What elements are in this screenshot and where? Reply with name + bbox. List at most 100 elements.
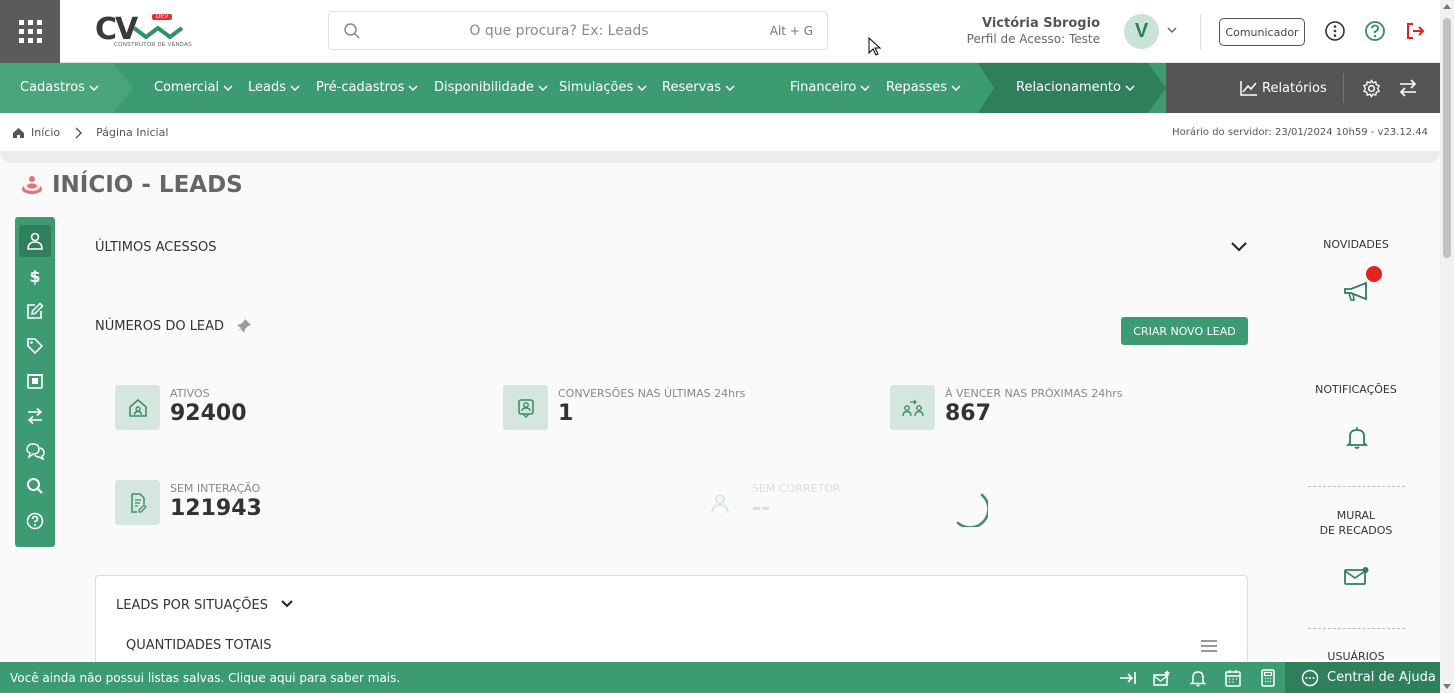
stat-label: SEM CORRETOR xyxy=(752,482,841,495)
hamburger-menu-icon[interactable] xyxy=(1201,640,1217,652)
lead-numbers-heading: NÚMEROS DO LEAD xyxy=(95,319,225,334)
breadcrumb-home[interactable]: Início xyxy=(31,126,60,139)
recent-access-heading[interactable]: ÚLTIMOS ACESSOS xyxy=(95,240,217,255)
building-icon xyxy=(27,374,43,389)
mail-star-icon[interactable] xyxy=(1153,669,1171,687)
nav-item-reservas[interactable]: Reservas xyxy=(662,80,735,95)
stat-expiring-icon-box xyxy=(890,385,935,430)
help-center-label: Central de Ajuda xyxy=(1327,670,1436,685)
mural-label-1: MURAL xyxy=(1336,509,1376,522)
dollar-icon: $ xyxy=(29,267,40,285)
help-icon[interactable] xyxy=(1364,20,1386,42)
breadcrumb-current: Página Inicial xyxy=(96,126,169,139)
scroll-down-arrow[interactable] xyxy=(1443,684,1451,689)
collapse-right-icon[interactable] xyxy=(1119,669,1137,687)
help-center-button[interactable]: Central de Ajuda xyxy=(1285,662,1440,693)
house-user-icon xyxy=(128,398,147,417)
nav-item-relacionamento[interactable]: Relacionamento xyxy=(1016,80,1135,95)
chart-line-icon xyxy=(1240,81,1257,96)
toolbar-transfer-button[interactable] xyxy=(19,400,51,432)
toolbar-help-button[interactable] xyxy=(19,505,51,537)
server-time: Horário do servidor: 23/01/2024 10h59 - … xyxy=(1172,127,1428,138)
scroll-up-arrow[interactable] xyxy=(1443,4,1451,9)
calculator-icon[interactable] xyxy=(1259,669,1277,687)
more-options-icon[interactable] xyxy=(1324,20,1346,42)
nav-item-disponibilidade[interactable]: Disponibilidade xyxy=(434,80,548,95)
swap-icon[interactable] xyxy=(1398,79,1418,97)
nav-item-leads[interactable]: Leads xyxy=(248,80,300,95)
bell-icon[interactable] xyxy=(1189,669,1207,687)
nav-item-label: Cadastros xyxy=(20,80,85,95)
edit-icon xyxy=(27,302,44,319)
app-logo[interactable]: CV DEV CONSTRUTOR DE VENDAS xyxy=(94,12,192,52)
search-input[interactable] xyxy=(369,20,749,42)
rail-divider xyxy=(1308,486,1405,487)
home-icon xyxy=(13,127,24,138)
stat-label: CONVERSÕES NAS ÚLTIMAS 24hrs xyxy=(558,387,746,400)
toolbar-leads-button[interactable] xyxy=(19,225,51,257)
chat-bubble-icon xyxy=(1301,669,1319,686)
help-icon xyxy=(26,512,44,530)
global-search[interactable]: Alt + G xyxy=(328,11,828,50)
megaphone-icon[interactable] xyxy=(1342,280,1372,304)
logo-badge: DEV xyxy=(152,14,173,20)
nav-item-relatorios[interactable]: Relatórios xyxy=(1240,80,1327,96)
stat-no-broker-icon-box xyxy=(697,480,742,525)
calendar-icon[interactable] xyxy=(1224,669,1242,687)
nav-item-label: Leads xyxy=(248,80,287,95)
create-lead-button[interactable]: CRIAR NOVO LEAD xyxy=(1121,317,1248,345)
nav-item-label: Repasses xyxy=(886,80,947,95)
nav-item-simulacoes[interactable]: Simulações xyxy=(559,80,647,95)
nav-item-comercial[interactable]: Comercial xyxy=(154,80,233,95)
nav-item-repasses[interactable]: Repasses xyxy=(886,80,961,95)
situations-heading[interactable]: LEADS POR SITUAÇÕES xyxy=(116,598,268,613)
toolbar-search-button[interactable] xyxy=(19,470,51,502)
nav-item-financeiro[interactable]: Financeiro xyxy=(790,80,870,95)
target-icon xyxy=(22,176,42,194)
nav-segment-3-notch xyxy=(978,63,994,113)
toolbar-tag-button[interactable] xyxy=(19,330,51,362)
toolbar-finance-button[interactable]: $ xyxy=(19,260,51,292)
nav-item-cadastros[interactable]: Cadastros xyxy=(20,80,99,95)
gear-icon[interactable] xyxy=(1362,79,1381,98)
page-scrollbar[interactable] xyxy=(1440,0,1454,693)
stat-label: ATIVOS xyxy=(170,387,210,400)
nav-divider xyxy=(1343,73,1344,103)
stat-conversions-icon-box xyxy=(503,385,548,430)
logo-wave-icon xyxy=(132,25,184,40)
footer-bar: Você ainda não possui listas salvas. Cli… xyxy=(0,662,1440,693)
toolbar-edit-button[interactable] xyxy=(19,295,51,327)
toolbar-chat-button[interactable] xyxy=(19,435,51,467)
chevron-down-icon[interactable] xyxy=(280,599,294,609)
user-icon xyxy=(710,493,729,513)
search-shortcut-hint: Alt + G xyxy=(769,24,813,38)
pin-icon[interactable] xyxy=(236,318,252,334)
svg-text:$: $ xyxy=(29,267,40,285)
chat-icon xyxy=(26,443,45,460)
bell-icon[interactable] xyxy=(1346,426,1368,450)
logout-icon[interactable] xyxy=(1404,20,1426,42)
nav-item-label: Relacionamento xyxy=(1016,80,1121,95)
nav-item-label: Disponibilidade xyxy=(434,80,535,95)
comunicador-button[interactable]: Comunicador xyxy=(1219,18,1305,46)
tag-icon xyxy=(27,338,44,355)
badge-user-icon xyxy=(517,398,534,418)
scroll-thumb[interactable] xyxy=(1443,18,1451,258)
mail-icon[interactable] xyxy=(1343,566,1371,586)
user-name: Victória Sbrogio xyxy=(981,16,1100,31)
chevron-down-icon[interactable] xyxy=(1166,24,1178,36)
nav-item-label: Relatórios xyxy=(1262,80,1327,96)
nav-item-label: Simulações xyxy=(559,80,634,95)
stat-value: 92400 xyxy=(170,401,247,426)
avatar[interactable]: V xyxy=(1124,14,1159,49)
chevron-down-icon xyxy=(637,84,647,91)
nav-item-pre-cadastros[interactable]: Pré-cadastros xyxy=(316,80,418,95)
apps-menu-button[interactable] xyxy=(0,0,60,63)
mouse-cursor-icon xyxy=(868,37,882,56)
chevron-down-icon[interactable] xyxy=(1230,241,1248,253)
grid-icon xyxy=(18,20,42,43)
top-header: CV DEV CONSTRUTOR DE VENDAS Alt + G Vict… xyxy=(0,0,1440,63)
chevron-down-icon xyxy=(89,84,99,91)
toolbar-units-button[interactable] xyxy=(19,365,51,397)
saved-lists-message[interactable]: Você ainda não possui listas salvas. Cli… xyxy=(10,671,400,685)
